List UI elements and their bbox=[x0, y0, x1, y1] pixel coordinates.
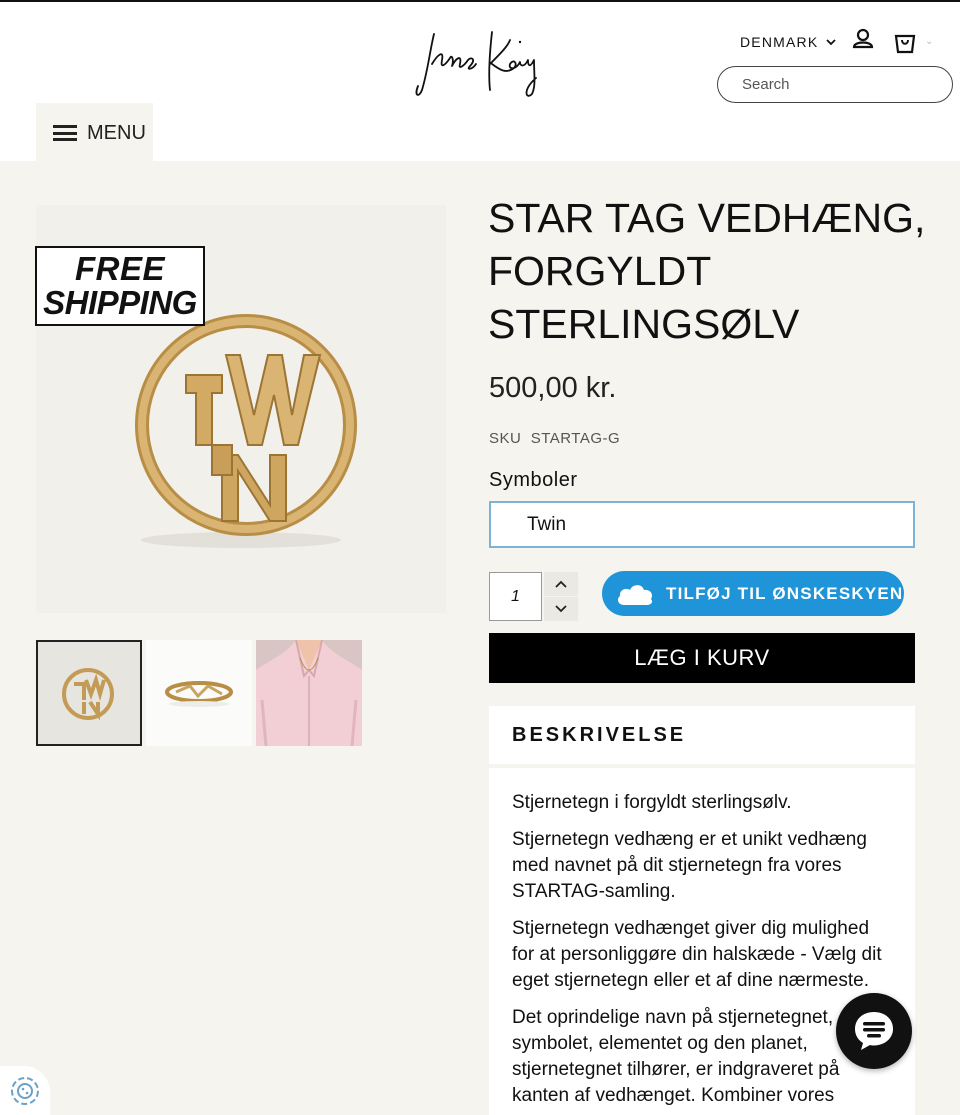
add-to-cart-button[interactable]: LÆG I KURV bbox=[489, 633, 915, 683]
badge-line-1: FREE bbox=[74, 250, 165, 287]
chevron-down-icon bbox=[826, 38, 837, 45]
cloud-icon bbox=[617, 584, 653, 605]
free-shipping-badge: FREE SHIPPING bbox=[35, 246, 205, 326]
thumbnail-pendant-front[interactable] bbox=[36, 640, 142, 746]
site-header: DENMARK ⌄ MENU bbox=[0, 0, 960, 163]
description-heading[interactable]: BESKRIVELSE bbox=[489, 706, 915, 764]
menu-button[interactable]: MENU bbox=[36, 103, 153, 163]
description-paragraph: Stjernetegn i forgyldt sterlingsølv. bbox=[512, 792, 792, 813]
thumbnail-pendant-side[interactable] bbox=[146, 640, 252, 746]
account-icon[interactable] bbox=[852, 28, 874, 50]
country-selector[interactable]: DENMARK bbox=[740, 34, 837, 50]
chevron-down-icon bbox=[555, 605, 567, 613]
option-label: Symboler bbox=[489, 469, 578, 491]
quantity-value: 1 bbox=[511, 587, 520, 605]
description-body: Stjernetegn i forgyldt sterlingsølv. Stj… bbox=[489, 768, 915, 1115]
badge-line-2: SHIPPING bbox=[43, 284, 197, 321]
product-price: 500,00 kr. bbox=[489, 372, 617, 404]
product-sku: SKU STARTAG-G bbox=[489, 430, 620, 447]
chat-icon bbox=[855, 1012, 893, 1050]
symbol-select-value: Twin bbox=[527, 513, 567, 535]
wishlist-label: TILFØJ TIL ØNSKESKYEN bbox=[666, 583, 904, 603]
sku-label: SKU bbox=[489, 430, 522, 447]
hamburger-icon bbox=[53, 125, 77, 141]
description-paragraph: Stjernetegn vedhænget giver dig mulighed… bbox=[512, 918, 882, 991]
brand-logo[interactable] bbox=[410, 20, 550, 104]
cart-chevron-icon: ⌄ bbox=[925, 36, 934, 47]
thumbnail-strip bbox=[36, 640, 362, 746]
cookie-icon bbox=[11, 1076, 39, 1105]
symbol-select[interactable]: Twin bbox=[489, 501, 915, 548]
search-input[interactable] bbox=[717, 66, 953, 103]
quantity-input[interactable]: 1 bbox=[489, 572, 542, 621]
description-paragraph: Det oprindelige navn på stjernetegnet, s… bbox=[512, 1007, 840, 1106]
chat-button[interactable] bbox=[836, 993, 912, 1069]
cookie-settings-button[interactable] bbox=[0, 1066, 50, 1115]
sku-value: STARTAG-G bbox=[530, 430, 621, 447]
thumbnail-model-wearing[interactable] bbox=[256, 640, 362, 746]
cart-icon[interactable] bbox=[893, 32, 919, 56]
menu-label: MENU bbox=[87, 121, 146, 144]
country-label: DENMARK bbox=[740, 34, 819, 50]
chevron-up-icon bbox=[555, 580, 567, 588]
product-title: STAR TAG VEDHÆNG, FORGYLDT STERLINGSØLV bbox=[488, 195, 926, 347]
description-heading-label: BESKRIVELSE bbox=[512, 723, 687, 746]
add-to-cart-label: LÆG I KURV bbox=[634, 645, 770, 670]
quantity-increase-button[interactable] bbox=[544, 572, 578, 596]
quantity-decrease-button[interactable] bbox=[544, 597, 578, 621]
description-paragraph: Stjernetegn vedhæng er et unikt vedhæng … bbox=[512, 829, 867, 902]
wishlist-button[interactable]: TILFØJ TIL ØNSKESKYEN bbox=[602, 571, 904, 616]
